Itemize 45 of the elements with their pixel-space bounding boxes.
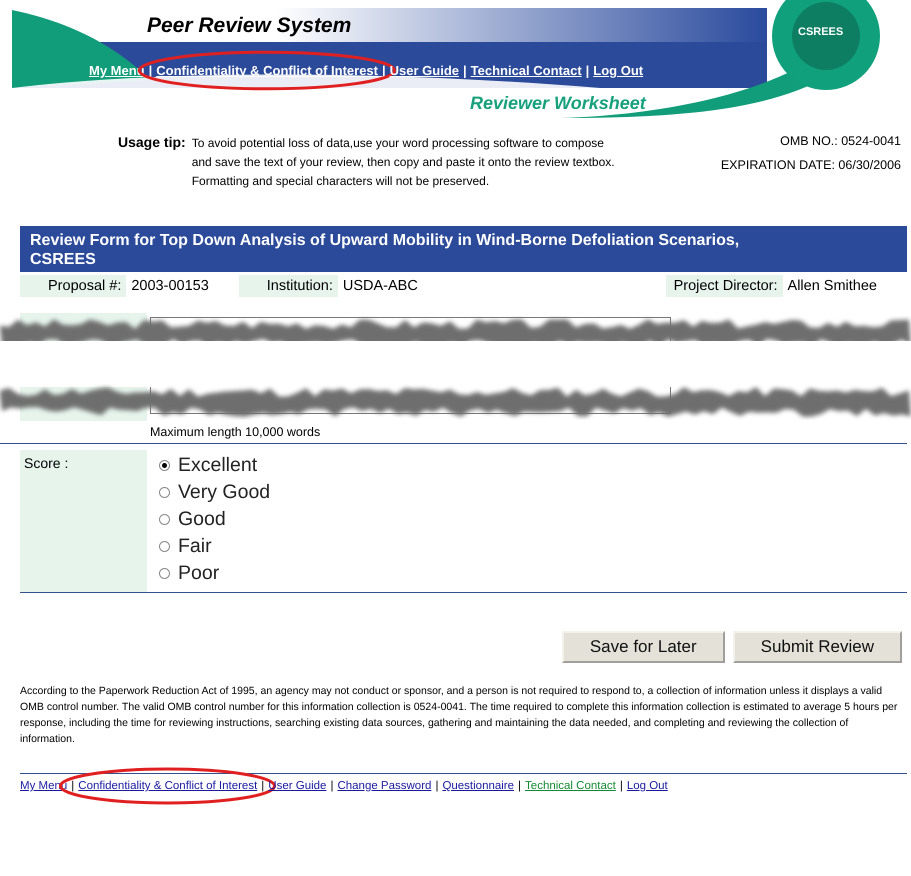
form-title: Review Form for Top Down Analysis of Upward Mobility in Wind-Borne Defoliation Scenarios, CSREES — [20, 226, 907, 272]
score-option[interactable]: Excellent — [159, 452, 270, 479]
radio-button[interactable] — [159, 568, 170, 579]
worksheet-title: Reviewer Worksheet — [470, 93, 646, 114]
nav-link[interactable]: Confidentiality & Conflict of Interest — [156, 63, 378, 78]
field-label: Proposal #: — [20, 275, 126, 297]
field-value: Allen Smithee — [786, 277, 878, 296]
score-option[interactable]: Good — [159, 506, 270, 533]
field-value: 2003-00153 — [130, 277, 210, 296]
tip-text: To avoid potential loss of data,use your word processing software to compose and save the text of your review, then copy and paste it onto the review textbox. Formatting and special characters will not be preserved. — [192, 135, 616, 190]
omb-number: OMB NO.: 0524-0041 — [780, 134, 901, 148]
field-label: Project Director: — [666, 275, 783, 297]
form-button[interactable]: Submit Review — [732, 631, 902, 663]
nav-link[interactable]: Technical Contact — [470, 63, 582, 78]
score-option[interactable]: Fair — [159, 533, 270, 560]
score-option[interactable]: Poor — [159, 560, 270, 587]
radio-button[interactable] — [159, 514, 170, 525]
separator: | — [435, 780, 438, 792]
footer-link[interactable]: Log Out — [626, 780, 668, 792]
field-value: USDA-ABC — [342, 277, 419, 296]
separator: | — [518, 780, 522, 792]
separator: | — [330, 780, 334, 792]
footer-link[interactable]: Questionnaire — [442, 780, 514, 792]
separator: | — [586, 63, 590, 78]
length-hint: Maximum length 10,000 words — [150, 425, 322, 439]
radio-button[interactable] — [159, 487, 170, 498]
radio-button[interactable] — [159, 541, 170, 552]
score-label: Score : — [20, 450, 147, 592]
separator: | — [463, 63, 467, 78]
nav-link[interactable]: Log Out — [593, 63, 644, 78]
footer-link[interactable]: Technical Contact — [525, 780, 616, 792]
radio-button[interactable] — [159, 460, 170, 471]
separator: | — [261, 780, 264, 792]
form-button[interactable]: Save for Later — [562, 631, 725, 663]
score-option[interactable]: Very Good — [159, 479, 270, 506]
system-title: Peer Review System — [147, 14, 352, 38]
expiration-date: EXPIRATION DATE: 06/30/2006 — [720, 158, 901, 172]
tip-label: Usage tip: — [118, 134, 186, 152]
footer-link[interactable]: Change Password — [337, 780, 432, 792]
paperwork-notice: According to the Paperwork Reduction Act of 1995, an agency may not conduct or sponsor, and a person is not required to respond to, a collection of information unless it displays a valid OMB control number. The valid OMB control number for this information collection is 0524-0041. The time required to complete this information collection is estimated to average 5 hours per response, including the time for reviewing instructions, searching existing data sources, gathering and maintaining the data needed, and completing and reviewing the collection of information. — [20, 684, 898, 747]
field-label: Institution: — [238, 275, 338, 297]
separator: | — [71, 780, 74, 792]
separator: | — [620, 780, 623, 792]
logo-text: CSREES — [798, 26, 844, 38]
footer-link[interactable]: Confidentiality & Conflict of Interest — [78, 780, 258, 792]
